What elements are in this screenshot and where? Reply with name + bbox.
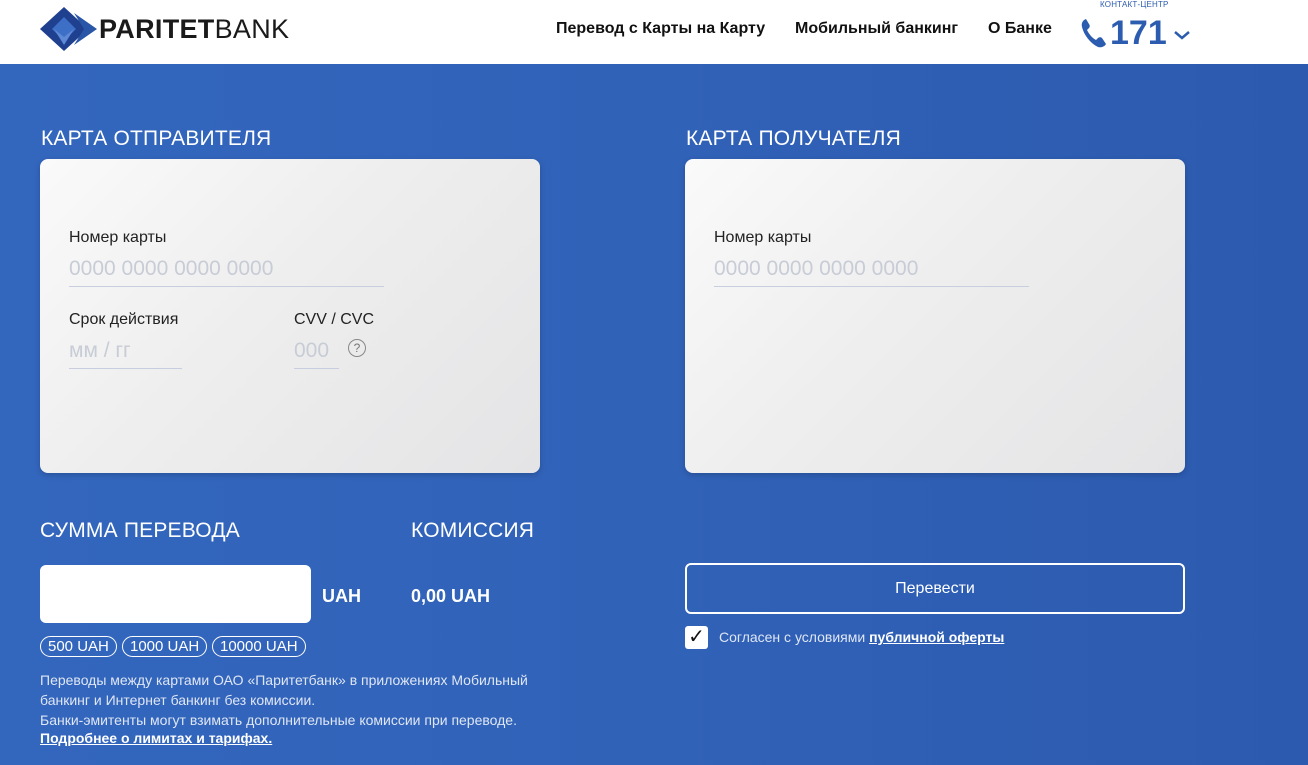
transfer-form-area: КАРТА ОТПРАВИТЕЛЯ Номер карты Срок дейст…: [0, 64, 1308, 765]
cvv-help-icon[interactable]: ?: [348, 339, 366, 357]
cvv-label: CVV / CVC: [294, 311, 375, 328]
preset-1000-button[interactable]: 1000 UAH: [122, 636, 208, 657]
receiver-card-number-label: Номер карты: [714, 229, 812, 246]
logo-text: PARITETBANK: [99, 13, 290, 44]
site-header: PARITETBANK Перевод с Карты на Карту Моб…: [0, 0, 1308, 64]
cvv-input[interactable]: [294, 336, 339, 369]
contact-phone[interactable]: 171: [1080, 14, 1191, 52]
note-line-2: банкинг и Интернет банкинг без комиссии.: [40, 692, 316, 708]
receiver-card-number-input[interactable]: [714, 254, 1029, 287]
nav-about-bank[interactable]: О Банке: [988, 20, 1052, 38]
contact-center-caption: КОНТАКТ-ЦЕНТР: [1100, 0, 1169, 9]
agreement-checkbox[interactable]: ✓: [685, 626, 708, 649]
amount-input[interactable]: [40, 565, 311, 623]
preset-10000-button[interactable]: 10000 UAH: [212, 636, 306, 657]
logo-diamond-icon: [40, 7, 97, 51]
public-offer-link[interactable]: публичной оферты: [869, 629, 1004, 645]
expiry-input[interactable]: [69, 336, 182, 369]
transfer-button[interactable]: Перевести: [685, 563, 1185, 614]
note-line-3: Банки-эмитенты могут взимать дополнитель…: [40, 712, 517, 728]
chevron-down-icon[interactable]: [1173, 29, 1191, 41]
limits-tariffs-link[interactable]: Подробнее о лимитах и тарифах.: [40, 730, 272, 746]
preset-500-button[interactable]: 500 UAH: [40, 636, 117, 657]
sender-card-number-label: Номер карты: [69, 229, 167, 246]
commission-value: 0,00 UAH: [411, 586, 491, 606]
phone-icon: [1081, 19, 1106, 48]
amount-title: СУММА ПЕРЕВОДА: [40, 519, 240, 542]
expiry-label: Срок действия: [69, 311, 179, 328]
nav-card-to-card[interactable]: Перевод с Карты на Карту: [556, 20, 765, 38]
note-line-1: Переводы между картами ОАО «Паритетбанк»…: [40, 672, 528, 688]
phone-number: 171: [1110, 14, 1167, 52]
sender-card-title: КАРТА ОТПРАВИТЕЛЯ: [41, 127, 272, 150]
agreement-label: Согласен с условиями: [719, 629, 866, 645]
paritetbank-logo[interactable]: PARITETBANK: [40, 7, 289, 51]
amount-currency: UAH: [322, 586, 361, 606]
commission-title: КОМИССИЯ: [411, 519, 535, 542]
agreement-text: Согласен с условиями публичной оферты: [719, 629, 1004, 645]
receiver-card: Номер карты: [685, 159, 1185, 473]
nav-mobile-banking[interactable]: Мобильный банкинг: [795, 20, 958, 38]
receiver-card-title: КАРТА ПОЛУЧАТЕЛЯ: [686, 127, 901, 150]
sender-card-number-input[interactable]: [69, 254, 384, 287]
sender-card: Номер карты Срок действия CVV / CVC ?: [40, 159, 540, 473]
